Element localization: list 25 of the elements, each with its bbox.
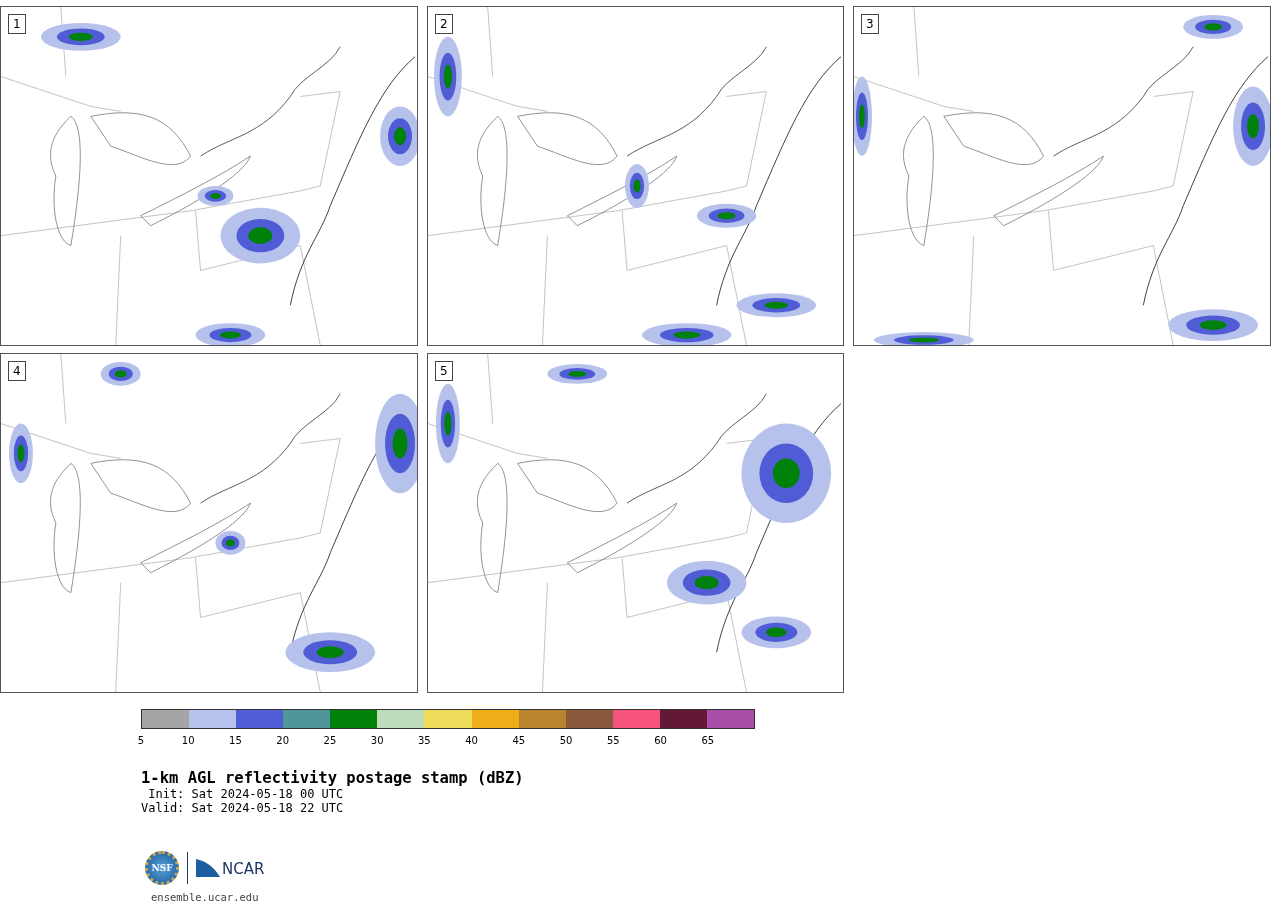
tick-label: 45 bbox=[512, 735, 526, 746]
tick-label: 60 bbox=[654, 735, 667, 746]
panel-number: 5 bbox=[435, 361, 453, 381]
tick-label: 25 bbox=[323, 735, 337, 746]
chart-title: 1-km AGL reflectivity postage stamp (dBZ) bbox=[141, 769, 525, 787]
tick-label: 50 bbox=[559, 735, 573, 746]
tick-label: 10 bbox=[181, 735, 195, 746]
tick-label: 20 bbox=[276, 735, 290, 746]
panel-number: 4 bbox=[8, 361, 26, 381]
nsf-logo: NSF bbox=[145, 851, 179, 885]
panel-number: 1 bbox=[8, 14, 26, 34]
ncar-logo: NCAR bbox=[222, 862, 265, 877]
tick-label: 40 bbox=[465, 735, 478, 746]
site-url: ensemble.ucar.edu bbox=[151, 891, 260, 903]
panel-number: 3 bbox=[861, 14, 879, 34]
valid-time: Valid: Sat 2024-05-18 22 UTC bbox=[141, 801, 345, 815]
panel-number: 2 bbox=[435, 14, 453, 34]
tick-label: 55 bbox=[606, 735, 620, 746]
tick-label: 15 bbox=[229, 735, 242, 746]
init-time: Init: Sat 2024-05-18 00 UTC bbox=[147, 787, 345, 801]
swoosh-icon bbox=[196, 859, 220, 877]
tick-label: 35 bbox=[418, 735, 431, 746]
tick-label: 65 bbox=[701, 735, 715, 746]
tick-label: 5 bbox=[137, 735, 145, 746]
tick-label: 30 bbox=[370, 735, 384, 746]
